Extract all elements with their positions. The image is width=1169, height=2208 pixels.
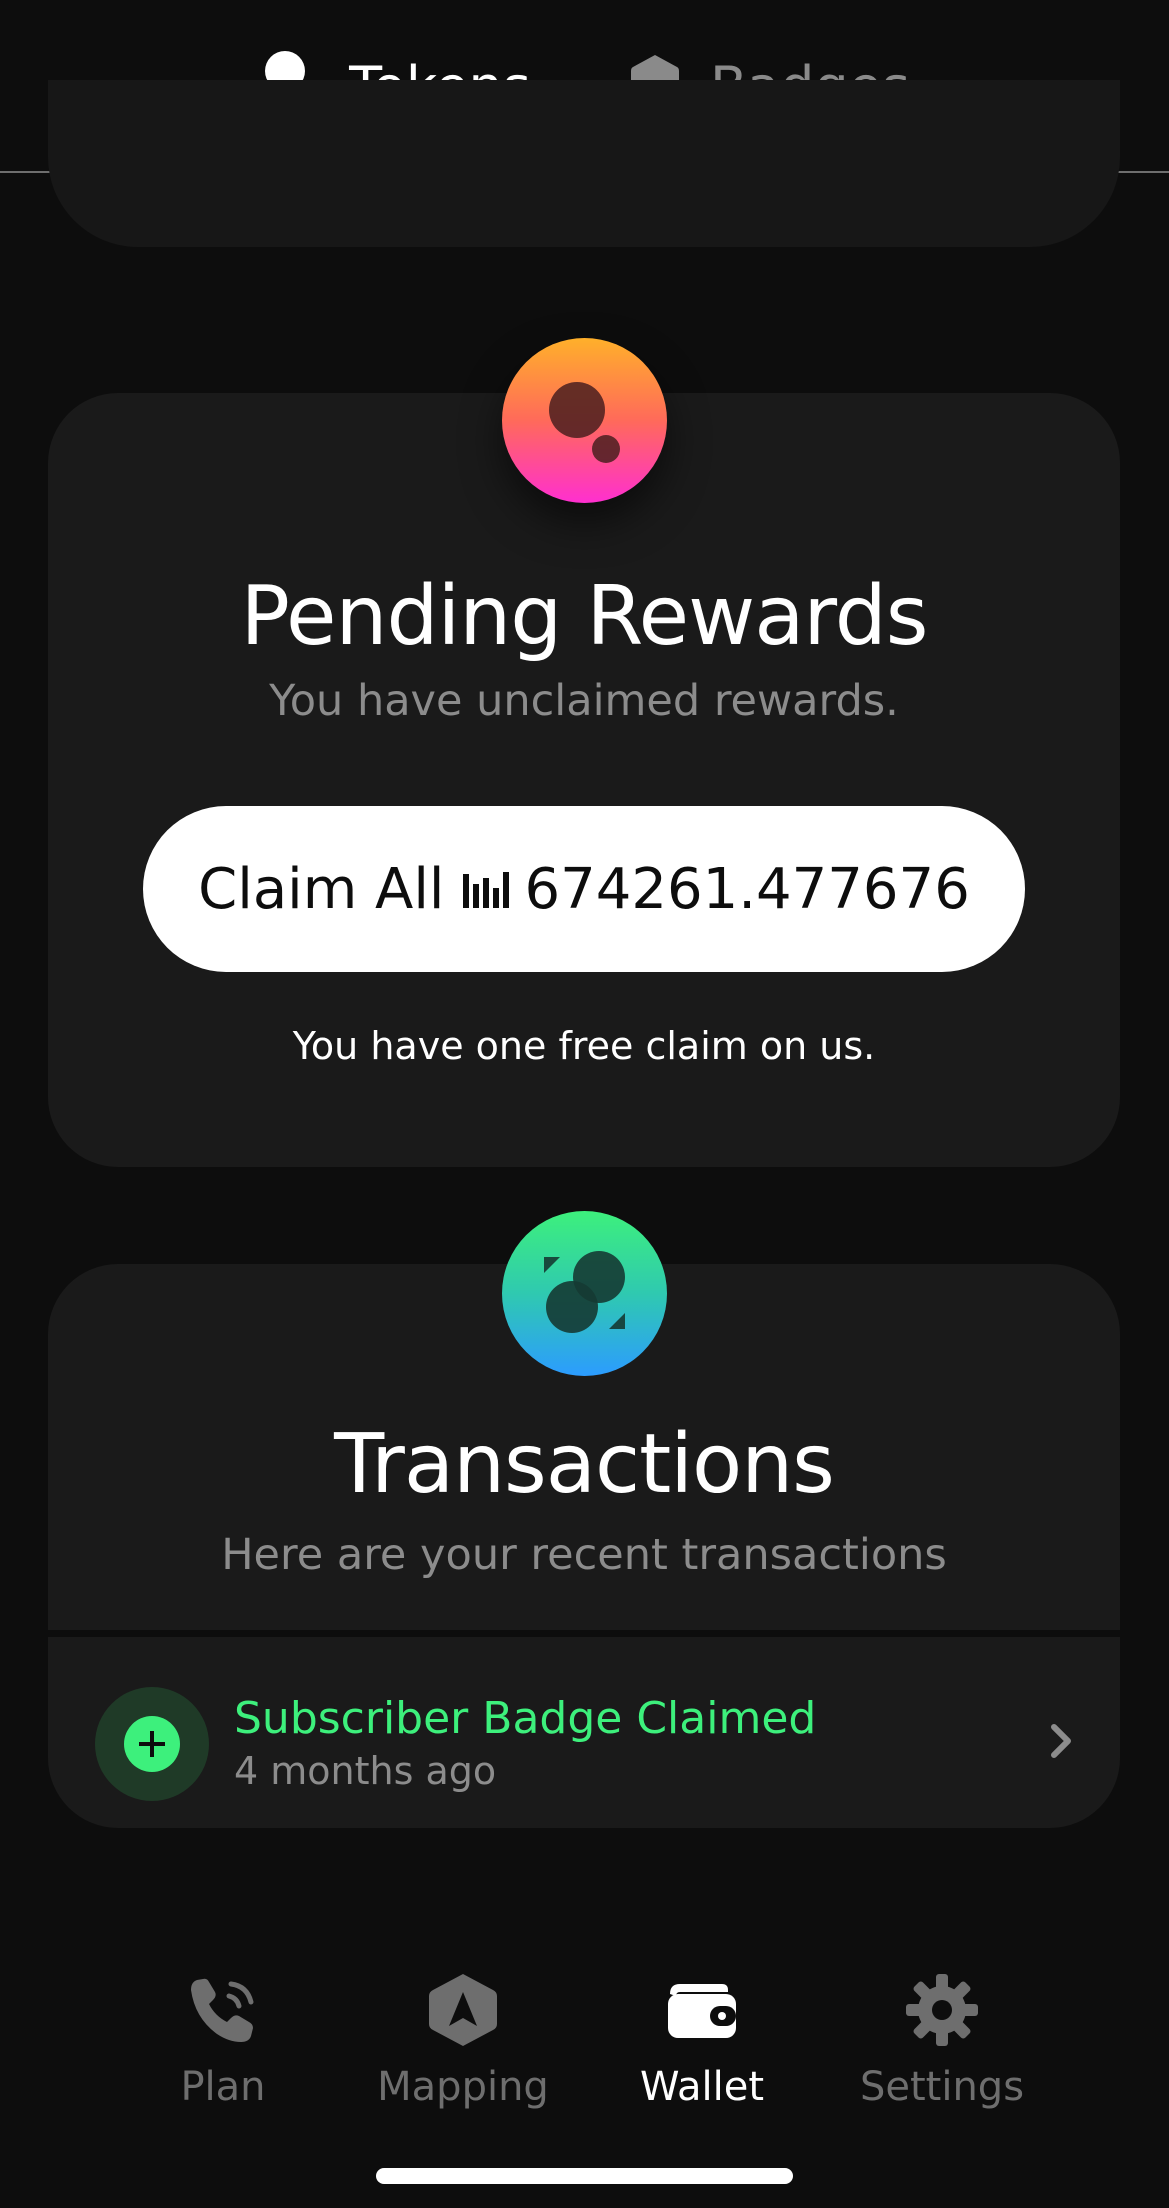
phone-icon [113, 1970, 333, 2050]
wallet-icon [592, 1970, 812, 2050]
nav-item-wallet[interactable]: Wallet [592, 1970, 812, 2110]
chevron-right-icon [1048, 1721, 1076, 1765]
gear-icon [832, 1970, 1052, 2050]
nav-item-mapping[interactable]: Mapping [353, 1970, 573, 2110]
navigation-icon [353, 1970, 573, 2050]
transaction-title: Subscriber Badge Claimed [234, 1693, 817, 1744]
transaction-row[interactable]: Subscriber Badge Claimed 4 months ago [48, 1637, 1120, 1827]
claim-all-label: Claim All [198, 856, 445, 922]
previous-card [48, 80, 1120, 247]
nav-settings-label: Settings [859, 2064, 1025, 2110]
nav-mapping-label: Mapping [377, 2064, 549, 2110]
divider [48, 1630, 1120, 1637]
transactions-icon [502, 1211, 667, 1376]
claim-all-button[interactable]: Claim All 674261.477676 [143, 806, 1025, 972]
transaction-icon-badge [95, 1687, 209, 1801]
pending-rewards-subtitle: You have unclaimed rewards. [269, 676, 899, 726]
token-bars-icon [462, 857, 510, 922]
plus-icon [124, 1716, 180, 1772]
nav-wallet-label: Wallet [639, 2064, 765, 2110]
nav-item-plan[interactable]: Plan [113, 1970, 333, 2110]
pending-rewards-title: Pending Rewards [240, 569, 929, 664]
transactions-title: Transactions [334, 1417, 835, 1512]
free-claim-note: You have one free claim on us. [292, 1024, 876, 1068]
nav-item-settings[interactable]: Settings [832, 1970, 1052, 2110]
home-indicator[interactable] [376, 2168, 793, 2184]
transaction-time: 4 months ago [234, 1749, 497, 1793]
transactions-subtitle: Here are your recent transactions [221, 1530, 947, 1580]
rewards-token-icon [502, 338, 667, 503]
nav-plan-label: Plan [180, 2064, 266, 2110]
claim-amount: 674261.477676 [524, 856, 970, 922]
